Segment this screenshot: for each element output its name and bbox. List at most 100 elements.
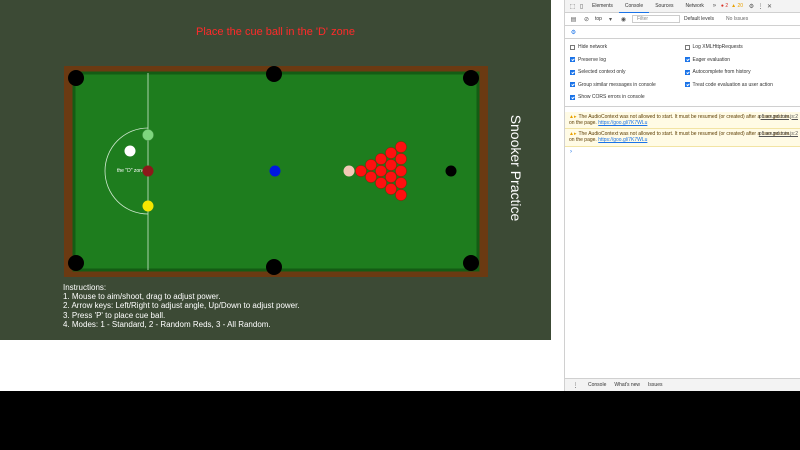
black-ball <box>445 165 457 177</box>
screen: the "D" zone Place the cue ball in the '… <box>0 0 800 450</box>
cue-ball[interactable] <box>124 145 136 157</box>
checkbox[interactable] <box>570 94 575 100</box>
console-settings: Hide network Preserve log Selected conte… <box>565 39 800 107</box>
setting-preserve-log[interactable]: Preserve log <box>570 54 681 67</box>
console-settings-toggle-row: ⚙ <box>565 26 800 39</box>
setting-eager-eval[interactable]: Eager evaluation <box>684 54 796 67</box>
message-link[interactable]: https://goo.gl/7K7WLu <box>598 120 647 126</box>
instructions-line: 2. Arrow keys: Left/Right to adjust angl… <box>63 301 300 311</box>
tab-sources[interactable]: Sources <box>649 0 679 13</box>
chevron-down-icon[interactable]: ▾ <box>606 15 615 24</box>
setting-label: Preserve log <box>578 56 607 63</box>
status-banner: Place the cue ball in the 'D' zone <box>196 26 355 38</box>
red-ball <box>365 159 377 171</box>
inspect-icon[interactable]: ⬚ <box>568 2 577 11</box>
green-ball <box>142 129 154 141</box>
tab-network[interactable]: Network <box>680 0 710 13</box>
drawer-tab-issues[interactable]: Issues <box>648 382 662 388</box>
devtools-drawer-tabs: ⋮ Console What's new Issues <box>565 378 800 391</box>
game-title: Snooker Practice <box>508 114 524 222</box>
setting-label: Hide network <box>578 44 608 51</box>
console-toolbar: ▤ ⊘ top ▾ ◉ Filter Default levels No Iss… <box>565 13 800 26</box>
red-ball <box>395 189 407 201</box>
red-ball <box>385 159 397 171</box>
warning-icon: ▲▸ <box>569 131 577 138</box>
drawer-tab-whats-new[interactable]: What's new <box>614 382 640 388</box>
setting-autocomplete[interactable]: Autocomplete from history <box>684 66 796 79</box>
red-ball <box>355 165 367 177</box>
red-ball <box>375 177 387 189</box>
live-expression-eye-icon[interactable]: ◉ <box>619 15 628 24</box>
pocket-top-right <box>463 70 479 86</box>
gear-icon[interactable]: ⚙ <box>747 2 756 11</box>
red-ball <box>375 153 387 165</box>
setting-show-cors[interactable]: Show CORS errors in console <box>570 91 681 104</box>
console-settings-gear-icon[interactable]: ⚙ <box>569 28 578 37</box>
brown-ball <box>142 165 154 177</box>
clear-console-icon[interactable]: ⊘ <box>582 15 591 24</box>
drawer-menu-icon[interactable]: ⋮ <box>571 381 580 390</box>
checkbox[interactable] <box>684 44 690 50</box>
pocket-bottom-right <box>463 255 479 271</box>
setting-log-xhr[interactable]: Log XMLHttpRequests <box>684 41 796 54</box>
setting-label: Selected context only <box>578 69 626 76</box>
close-icon[interactable]: ✕ <box>765 2 774 11</box>
setting-label: Eager evaluation <box>692 56 731 63</box>
drawer-tab-console[interactable]: Console <box>588 382 606 388</box>
console-warning-message: ▲▸ The AudioContext was not allowed to st… <box>565 129 800 147</box>
kebab-menu-icon[interactable]: ⋮ <box>756 2 765 11</box>
yellow-ball <box>142 200 154 212</box>
issues-counter[interactable]: No Issues <box>726 16 748 22</box>
settings-left-column: Hide network Preserve log Selected conte… <box>570 41 681 104</box>
instructions-line: 4. Modes: 1 - Standard, 2 - Random Reds,… <box>63 319 271 329</box>
console-warning-message: ▲▸ The AudioContext was not allowed to st… <box>565 111 800 130</box>
checkbox[interactable] <box>684 82 690 88</box>
log-levels-dropdown[interactable]: Default levels <box>684 16 714 22</box>
pocket-top-left <box>68 70 84 86</box>
error-count-badge[interactable]: ● 2 <box>721 3 728 9</box>
checkbox[interactable] <box>570 44 575 50</box>
tab-console[interactable]: Console <box>618 0 650 13</box>
message-link[interactable]: https://goo.gl/7K7WLu <box>598 137 647 143</box>
tab-elements[interactable]: Elements <box>586 0 619 13</box>
setting-selected-context[interactable]: Selected context only <box>570 66 681 79</box>
checkbox[interactable] <box>570 57 575 63</box>
checkbox[interactable] <box>570 69 575 75</box>
devtools-panel: ⬚ ▯ Elements Console Sources Network » ●… <box>564 0 800 391</box>
red-ball <box>375 165 387 177</box>
instructions-line: 3. Press 'P' to place cue ball. <box>63 310 166 320</box>
setting-label: Log XMLHttpRequests <box>692 44 743 51</box>
instructions-line: 1. Mouse to aim/shoot, drag to adjust po… <box>63 292 221 302</box>
context-selector[interactable]: top <box>595 16 602 22</box>
error-count: 2 <box>725 3 729 9</box>
checkbox[interactable] <box>570 82 575 88</box>
setting-group-similar[interactable]: Group similar messages in console <box>570 79 681 92</box>
device-toolbar-icon[interactable]: ▯ <box>577 2 586 11</box>
setting-hide-network[interactable]: Hide network <box>570 41 681 54</box>
more-tabs-icon[interactable]: » <box>710 2 719 11</box>
pink-ball <box>343 165 355 177</box>
checkbox[interactable] <box>684 57 690 63</box>
setting-label: Treat code evaluation as user action <box>692 81 773 88</box>
setting-treat-eval[interactable]: Treat code evaluation as user action <box>684 79 796 92</box>
setting-label: Autocomplete from history <box>692 69 751 76</box>
message-source[interactable]: p5.sound.min.js:2 <box>759 114 798 120</box>
filter-input[interactable]: Filter <box>631 15 680 23</box>
warning-count: 20 <box>737 3 743 9</box>
console-prompt[interactable]: › <box>565 147 800 157</box>
red-ball <box>385 171 397 183</box>
red-ball <box>395 153 407 165</box>
instructions: Instructions: 1. Mouse to aim/shoot, dra… <box>63 283 300 329</box>
warning-count-badge[interactable]: ▲ 20 <box>731 3 743 9</box>
game-canvas[interactable]: the "D" zone Place the cue ball in the '… <box>0 0 551 340</box>
devtools-tabbar: ⬚ ▯ Elements Console Sources Network » ●… <box>565 0 800 13</box>
warning-icon: ▲▸ <box>569 113 577 120</box>
checkbox[interactable] <box>684 69 690 75</box>
message-source[interactable]: p5.sound.min.js:2 <box>759 131 798 137</box>
setting-label: Group similar messages in console <box>578 81 656 88</box>
pocket-bottom-middle <box>266 259 282 275</box>
instructions-line: Instructions: <box>63 283 107 292</box>
sidebar-toggle-icon[interactable]: ▤ <box>569 15 578 24</box>
red-ball <box>385 183 397 195</box>
red-ball <box>395 177 407 189</box>
